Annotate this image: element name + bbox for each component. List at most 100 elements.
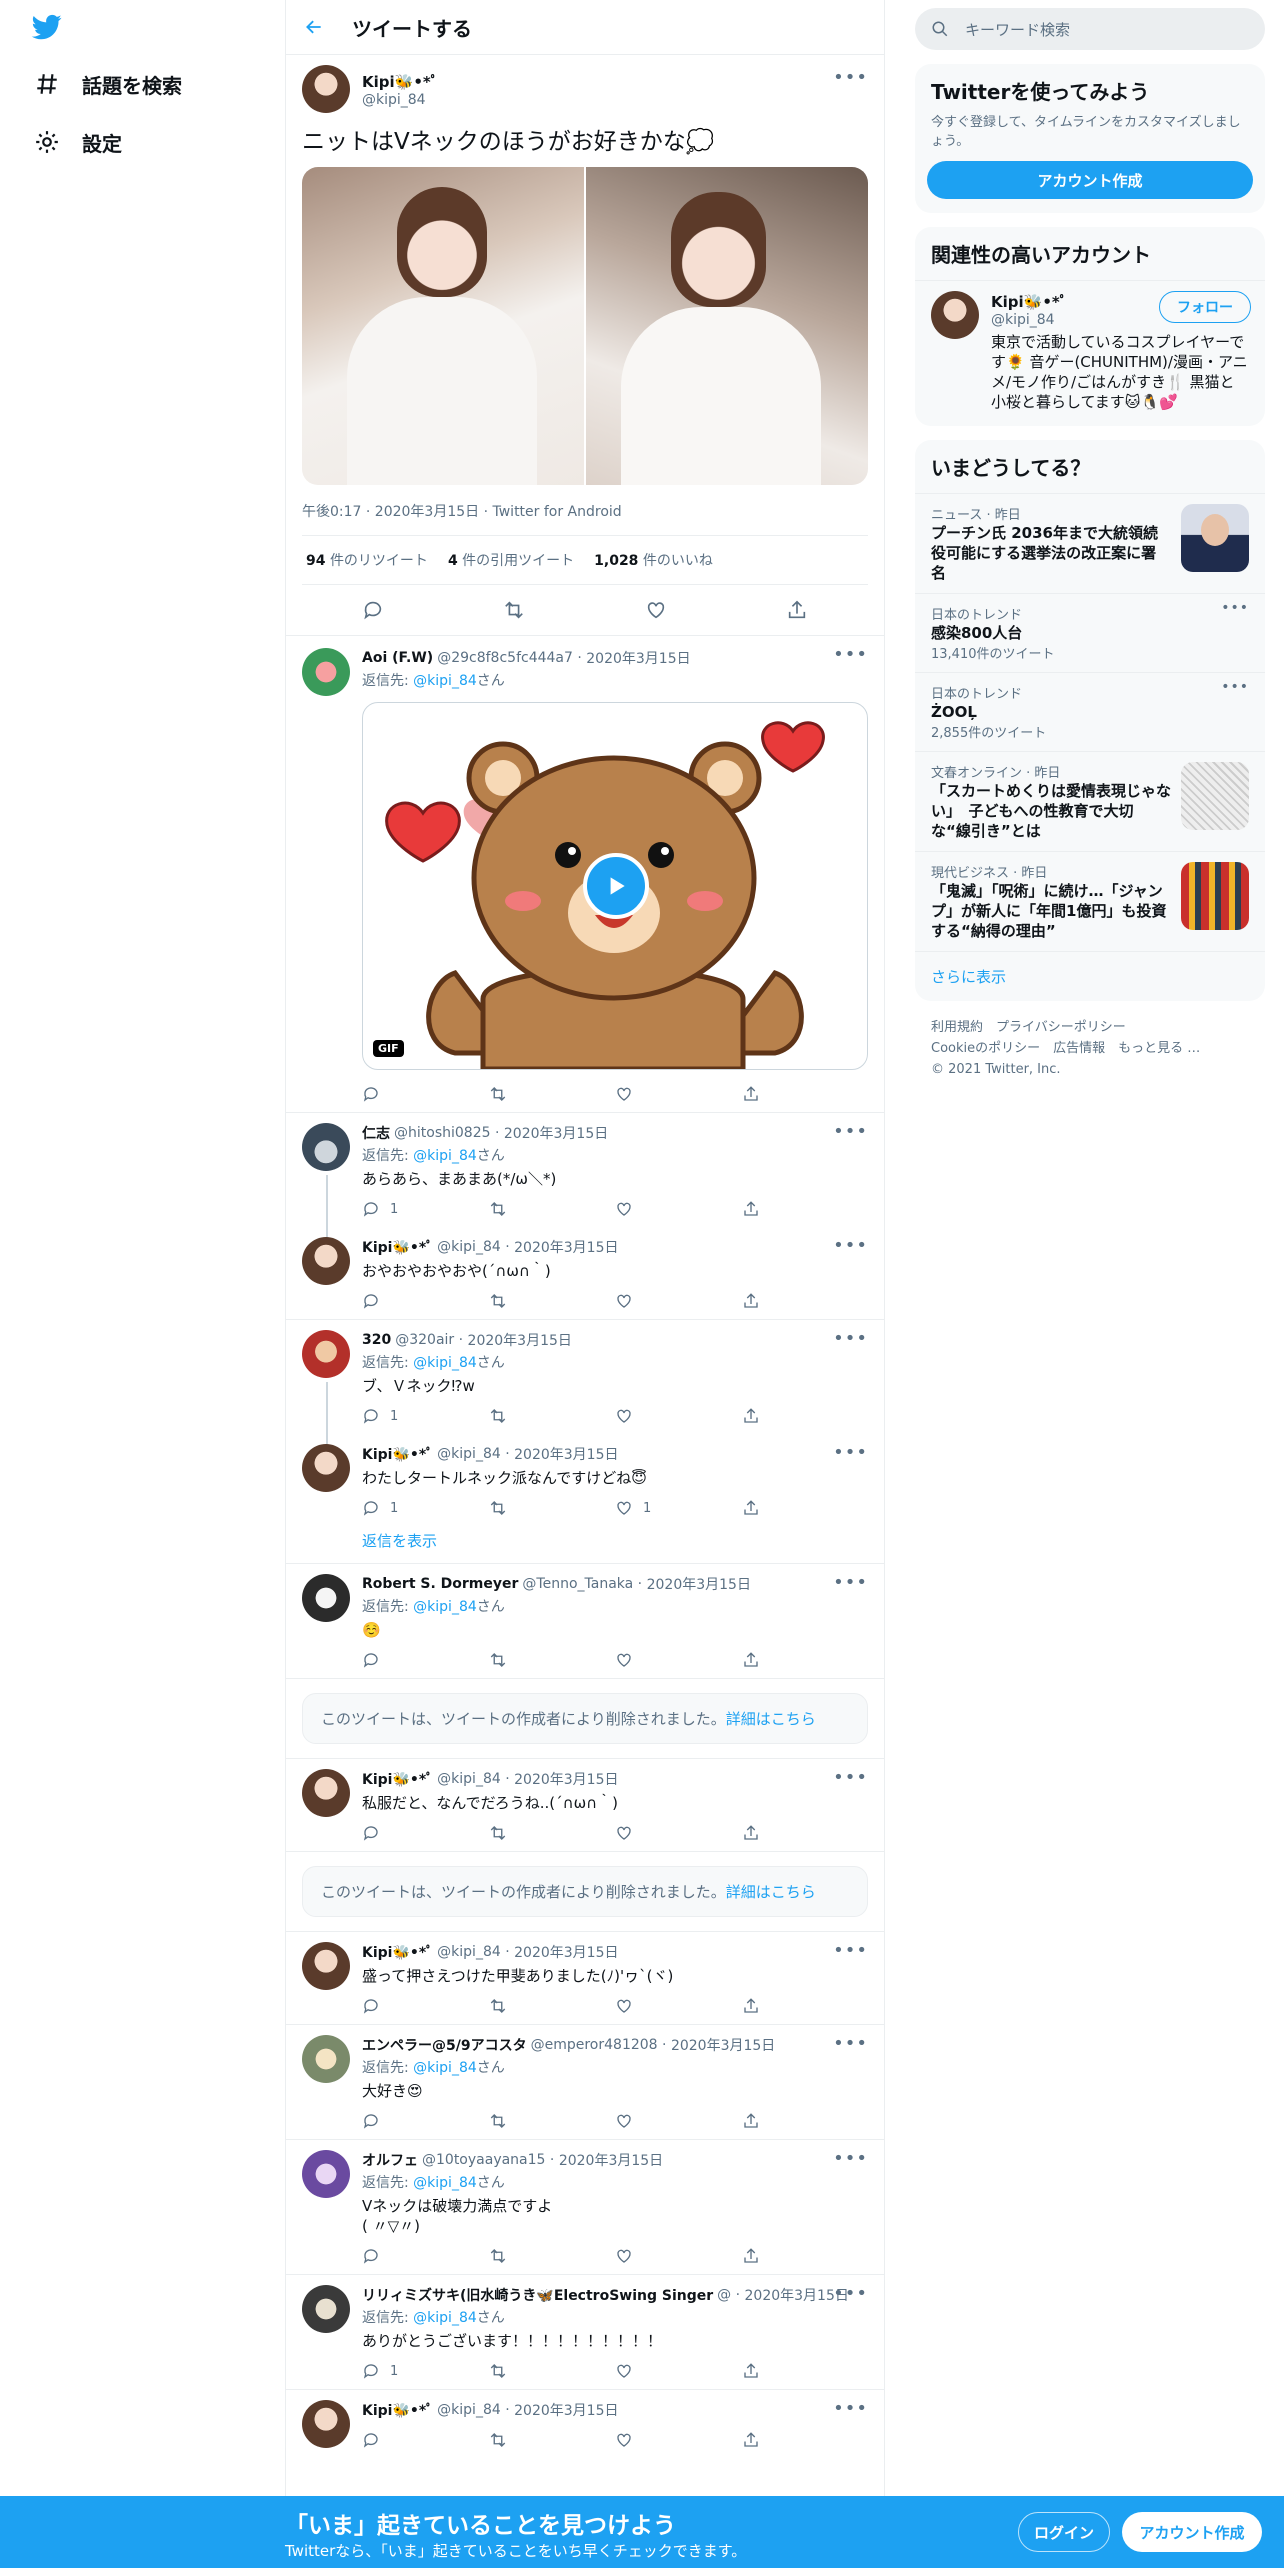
author-name[interactable]: Kipi🐝•*ﾟ xyxy=(362,1942,433,1962)
author-name[interactable]: 仁志 xyxy=(362,1123,390,1143)
share-action[interactable] xyxy=(742,1824,869,1842)
more-icon[interactable]: ••• xyxy=(1221,679,1249,695)
retweet-action[interactable] xyxy=(489,2112,616,2130)
reply-action[interactable] xyxy=(362,1292,489,1310)
reply-to-link[interactable]: @kipi_84 xyxy=(413,673,477,689)
like-action[interactable]: 1 xyxy=(615,1499,742,1517)
like-action[interactable] xyxy=(615,1997,742,2015)
reply-tweet[interactable]: Robert S. Dormeyer @Tenno_Tanaka · 2020年3… xyxy=(286,1564,884,1679)
show-more-link[interactable]: さらに表示 xyxy=(915,951,1265,1001)
reply-icon[interactable] xyxy=(362,599,384,621)
author-handle[interactable]: @kipi_84 xyxy=(437,1446,501,1462)
more-icon[interactable]: ••• xyxy=(833,2148,868,2169)
more-icon[interactable]: ••• xyxy=(833,2283,868,2304)
like-action[interactable] xyxy=(615,1651,742,1669)
retweet-icon[interactable] xyxy=(503,599,525,621)
reply-action[interactable] xyxy=(362,1085,489,1103)
retweet-action[interactable] xyxy=(489,2362,616,2380)
tweet-media[interactable] xyxy=(302,167,868,485)
author-handle[interactable]: @Tenno_Tanaka xyxy=(522,1576,633,1592)
author-name[interactable]: Robert S. Dormeyer xyxy=(362,1576,518,1592)
show-replies-link[interactable]: 返信を表示 xyxy=(286,1526,884,1564)
more-icon[interactable]: ••• xyxy=(833,2033,868,2054)
more-icon[interactable]: ••• xyxy=(833,1235,868,1256)
reply-tweet[interactable]: 仁志 @hitoshi0825 · 2020年3月15日 返信先: @kipi_8… xyxy=(286,1113,884,1239)
avatar[interactable] xyxy=(302,648,350,696)
reply-tweet[interactable]: Kipi🐝•*ﾟ @kipi_84 · 2020年3月15日 わたしタートルネック… xyxy=(286,1434,884,1526)
share-action[interactable] xyxy=(742,1407,869,1425)
retweet-stat[interactable]: 94 件のリツイート xyxy=(306,550,428,570)
tweet-date[interactable]: 2020年3月15日 xyxy=(514,2400,618,2420)
footer-line-2[interactable]: Cookieのポリシー 広告情報 もっと見る … xyxy=(931,1038,1249,1059)
author-handle[interactable]: @kipi_84 xyxy=(437,2402,501,2418)
share-action[interactable] xyxy=(742,2362,869,2380)
photo-2[interactable] xyxy=(586,167,868,485)
twitter-bird-icon[interactable] xyxy=(30,12,64,42)
avatar[interactable] xyxy=(302,1123,350,1171)
trend-item[interactable]: 文春オンライン · 昨日 「スカートめくりは愛情表現じゃない」 子どもへの性教育で… xyxy=(915,751,1265,851)
like-action[interactable] xyxy=(615,2362,742,2380)
reply-tweet[interactable]: リリィミズサキ(旧水崎うき🦋ElectroSwing Singer @ · 202… xyxy=(286,2275,884,2390)
author-name[interactable]: エンペラー@5/9アコスタ xyxy=(362,2035,527,2055)
like-icon[interactable] xyxy=(645,599,667,621)
retweet-action[interactable] xyxy=(489,1085,616,1103)
reply-action[interactable] xyxy=(362,1824,489,1842)
reply-to-link[interactable]: @kipi_84 xyxy=(413,1599,477,1615)
back-arrow-icon[interactable] xyxy=(304,17,324,37)
share-action[interactable] xyxy=(742,2247,869,2265)
author-handle[interactable]: @kipi_84 xyxy=(437,1944,501,1960)
more-icon[interactable]: ••• xyxy=(833,1940,868,1961)
play-button[interactable] xyxy=(583,853,649,919)
like-action[interactable] xyxy=(615,2247,742,2265)
reply-tweet[interactable]: エンペラー@5/9アコスタ @emperor481208 · 2020年3月15日… xyxy=(286,2025,884,2140)
share-action[interactable] xyxy=(742,1499,869,1517)
author-name[interactable]: Kipi🐝•*ﾟ xyxy=(362,2400,433,2420)
like-action[interactable] xyxy=(615,1200,742,1218)
reply-action[interactable]: 1 xyxy=(362,1407,489,1425)
footer-line-1[interactable]: 利用規約 プライバシーポリシー xyxy=(931,1017,1249,1038)
more-icon[interactable]: ••• xyxy=(833,1121,868,1142)
nav-settings[interactable]: 設定 xyxy=(34,122,122,162)
share-action[interactable] xyxy=(742,1200,869,1218)
avatar[interactable] xyxy=(302,1574,350,1622)
reply-to-link[interactable]: @kipi_84 xyxy=(413,1355,477,1371)
author-name[interactable]: オルフェ xyxy=(362,2150,418,2170)
tweet-timestamp[interactable]: 午後0:17 · 2020年3月15日 · Twitter for Androi… xyxy=(302,501,868,536)
author-handle[interactable]: @kipi_84 xyxy=(437,1239,501,1255)
author-name[interactable]: Kipi🐝•*ﾟ xyxy=(362,1769,433,1789)
share-action[interactable] xyxy=(742,2112,869,2130)
reply-tweet[interactable]: Kipi🐝•*ﾟ @kipi_84 · 2020年3月15日 おやおやおやおや(´… xyxy=(286,1227,884,1320)
like-stat[interactable]: 1,028 件のいいね xyxy=(594,550,713,570)
more-icon[interactable]: ••• xyxy=(833,1767,868,1788)
like-action[interactable] xyxy=(615,1085,742,1103)
reply-action[interactable] xyxy=(362,1997,489,2015)
trend-item[interactable]: 現代ビジネス · 昨日 「鬼滅」「呪術」に続け…「ジャンプ」が新人に「年間1億円」… xyxy=(915,851,1265,951)
photo-1[interactable] xyxy=(302,167,584,485)
tweet-date[interactable]: 2020年3月15日 xyxy=(514,1444,618,1464)
avatar[interactable] xyxy=(302,1330,350,1378)
deleted-learn-more-link[interactable]: 詳細はこちら xyxy=(726,1883,816,1901)
tweet-date[interactable]: 2020年3月15日 xyxy=(647,1574,751,1594)
more-icon[interactable]: ••• xyxy=(833,2398,868,2419)
gif-media[interactable]: GIF xyxy=(362,702,868,1070)
reply-action[interactable]: 1 xyxy=(362,1200,489,1218)
author-handle[interactable]: @kipi_84 xyxy=(437,1771,501,1787)
author-handle[interactable]: @ xyxy=(717,2287,731,2303)
share-action[interactable] xyxy=(742,1651,869,1669)
reply-to-link[interactable]: @kipi_84 xyxy=(413,1148,477,1164)
reply-to-link[interactable]: @kipi_84 xyxy=(413,2175,477,2191)
share-action[interactable] xyxy=(742,1085,869,1103)
author-name[interactable]: Kipi🐝•*ﾟ xyxy=(362,1444,433,1464)
retweet-action[interactable] xyxy=(489,1997,616,2015)
nav-explore[interactable]: 話題を検索 xyxy=(34,64,182,104)
retweet-action[interactable] xyxy=(489,1292,616,1310)
reply-action[interactable] xyxy=(362,2431,489,2449)
author-name[interactable]: リリィミズサキ(旧水崎うき🦋ElectroSwing Singer xyxy=(362,2285,713,2305)
like-action[interactable] xyxy=(615,2431,742,2449)
reply-tweet[interactable]: Kipi🐝•*ﾟ @kipi_84 · 2020年3月15日 私服だと、なんでだろ… xyxy=(286,1759,884,1852)
author-handle[interactable]: @emperor481208 xyxy=(531,2037,658,2053)
signup-button[interactable]: アカウント作成 xyxy=(1122,2512,1262,2552)
retweet-action[interactable] xyxy=(489,1200,616,1218)
deleted-learn-more-link[interactable]: 詳細はこちら xyxy=(726,1710,816,1728)
tweet-date[interactable]: 2020年3月15日 xyxy=(468,1330,572,1350)
